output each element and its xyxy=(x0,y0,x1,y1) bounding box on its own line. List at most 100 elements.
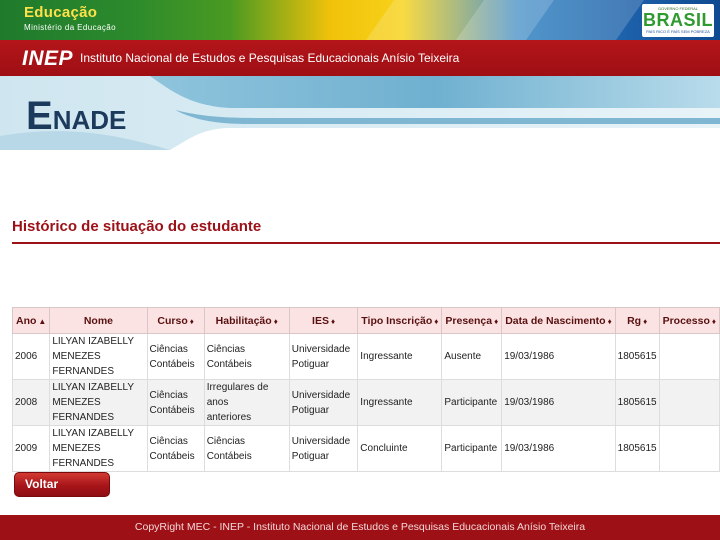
cell-presenca: Ausente xyxy=(441,333,503,380)
cell-ies: Universidade Potiguar xyxy=(288,425,359,472)
cell-text-line: LILYAN IZABELLY MENEZES xyxy=(52,336,134,362)
column-header-rg[interactable]: Rg ♦ xyxy=(614,307,660,334)
column-label: Data de Nascimento xyxy=(505,314,606,327)
column-label: IES xyxy=(312,314,329,327)
column-header-ies[interactable]: IES ♦ xyxy=(288,307,359,334)
cell-text-line: Irregulares de anos xyxy=(206,382,269,408)
brasil-logo-word: BRASIL xyxy=(643,10,713,30)
title-divider xyxy=(12,242,720,244)
cell-rg: 1805615 xyxy=(614,333,660,380)
cell-tipo-inscricao: Ingressante xyxy=(357,333,443,380)
column-header-habilitacao[interactable]: Habilitação ♦ xyxy=(203,307,290,334)
cell-text-line: Potiguar xyxy=(291,404,330,416)
cell-tipo-inscricao: Ingressante xyxy=(357,379,443,426)
cell-data-nascimento: 19/03/1986 xyxy=(501,379,616,426)
cell-nome: LILYAN IZABELLY MENEZES FERNANDES xyxy=(49,333,148,380)
cell-ies: Universidade Potiguar xyxy=(288,333,359,380)
cell-text-line: Contábeis xyxy=(149,358,195,370)
sort-icon: ♦ xyxy=(607,316,612,326)
column-label: Rg xyxy=(627,314,642,327)
sort-icon: ♦ xyxy=(711,316,716,326)
cell-text-line: Universidade xyxy=(291,389,351,401)
brasil-logo[interactable]: GOVERNO FEDERAL BRASIL PAÍS RICO É PAÍS … xyxy=(642,4,714,37)
table-header-row: Ano ▲ Nome Curso ♦ Habilitação ♦ IES ♦ Tipo … xyxy=(11,307,720,334)
column-label: Nome xyxy=(83,314,114,327)
column-header-presenca[interactable]: Presença ♦ xyxy=(441,307,503,334)
cell-text-line: FERNANDES xyxy=(52,458,115,469)
cell-text-line: Ciências Contábeis xyxy=(206,435,252,462)
cell-text-line: Universidade xyxy=(291,435,351,447)
inep-logo[interactable]: INEP xyxy=(22,47,73,71)
enade-banner: ENADE xyxy=(0,76,720,150)
student-history-table: Ano ▲ Nome Curso ♦ Habilitação ♦ IES ♦ Tipo … xyxy=(11,307,720,472)
cell-processo xyxy=(658,379,720,426)
cell-text-line: anteriores xyxy=(206,412,252,423)
cell-text-line: FERNANDES xyxy=(52,366,115,377)
cell-tipo-inscricao: Concluinte xyxy=(357,425,443,472)
column-label: Ano xyxy=(16,314,37,327)
government-header-bar: Educação Ministério da Educação GOVERNO … xyxy=(0,0,720,40)
cell-curso: Ciências Contábeis xyxy=(146,379,205,426)
cell-data-nascimento: 19/03/1986 xyxy=(501,333,616,380)
cell-curso: Ciências Contábeis xyxy=(146,425,205,472)
ministry-subtitle: Ministério da Educação xyxy=(24,23,116,32)
cell-data-nascimento: 19/03/1986 xyxy=(501,425,616,472)
footer-bar: CopyRight MEC - INEP - Instituto Naciona… xyxy=(0,515,720,540)
footer-copyright: CopyRight MEC - INEP - Instituto Naciona… xyxy=(134,521,586,533)
cell-text-line: Universidade xyxy=(291,343,351,355)
cell-processo xyxy=(658,333,720,380)
ministry-title: Educação xyxy=(24,4,98,21)
cell-ano: 2008 xyxy=(11,379,51,426)
page-frame: Educação Ministério da Educação GOVERNO … xyxy=(0,0,720,540)
column-label: Presença xyxy=(445,314,493,327)
page-title: Histórico de situação do estudante xyxy=(12,218,262,235)
table-row: 2009 LILYAN IZABELLY MENEZES FERNANDES Ci… xyxy=(11,425,720,472)
enade-logo: ENADE xyxy=(26,94,126,139)
cell-presenca: Participante xyxy=(441,379,503,426)
cell-curso: Ciências Contábeis xyxy=(146,333,205,380)
sort-icon: ♦ xyxy=(189,316,194,326)
cell-text-line: LILYAN IZABELLY MENEZES xyxy=(52,382,134,408)
column-header-curso[interactable]: Curso ♦ xyxy=(146,307,205,334)
cell-nome: LILYAN IZABELLY MENEZES FERNANDES xyxy=(49,425,148,472)
cell-text-line: FERNANDES xyxy=(52,412,115,423)
sort-icon: ♦ xyxy=(273,316,278,326)
cell-text-line: Potiguar xyxy=(291,358,330,370)
cell-text-line: Ciências xyxy=(149,343,188,355)
column-label: Tipo Inscrição xyxy=(361,314,433,327)
table-row: 2008 LILYAN IZABELLY MENEZES FERNANDES Ci… xyxy=(11,379,720,426)
enade-logo-rest: NADE xyxy=(52,105,127,135)
back-button[interactable]: Voltar xyxy=(14,472,110,497)
cell-habilitacao: Irregulares de anos anteriores xyxy=(203,379,290,426)
cell-text-line: Contábeis xyxy=(149,450,195,462)
table-row: 2006 LILYAN IZABELLY MENEZES FERNANDES Ci… xyxy=(11,333,720,380)
sort-asc-icon: ▲ xyxy=(38,316,47,326)
cell-text-line: Ciências Contábeis xyxy=(206,343,252,370)
column-label: Curso xyxy=(157,314,188,327)
sort-icon: ♦ xyxy=(643,316,648,326)
sort-icon: ♦ xyxy=(494,316,499,326)
column-label: Processo xyxy=(662,314,710,327)
cell-rg: 1805615 xyxy=(614,379,660,426)
column-header-processo[interactable]: Processo ♦ xyxy=(658,307,720,334)
sort-icon: ♦ xyxy=(434,316,439,326)
column-label: Habilitação xyxy=(215,314,272,327)
column-header-ano[interactable]: Ano ▲ xyxy=(11,307,51,334)
enade-logo-initial: E xyxy=(26,94,53,138)
inep-header-bar: INEP Instituto Nacional de Estudos e Pes… xyxy=(0,40,720,76)
cell-processo xyxy=(658,425,720,472)
cell-ano: 2006 xyxy=(11,333,51,380)
cell-ano: 2009 xyxy=(11,425,51,472)
cell-text-line: Contábeis xyxy=(149,404,195,416)
cell-rg: 1805615 xyxy=(614,425,660,472)
brasil-logo-motto: PAÍS RICO É PAÍS SEM POBREZA xyxy=(646,29,710,34)
column-header-data-nascimento[interactable]: Data de Nascimento ♦ xyxy=(501,307,616,334)
column-header-nome[interactable]: Nome xyxy=(49,307,148,334)
column-header-tipo-inscricao[interactable]: Tipo Inscrição ♦ xyxy=(357,307,443,334)
cell-habilitacao: Ciências Contábeis xyxy=(203,333,290,380)
cell-text-line: Ciências xyxy=(149,389,188,401)
cell-ies: Universidade Potiguar xyxy=(288,379,359,426)
cell-habilitacao: Ciências Contábeis xyxy=(203,425,290,472)
cell-text-line: Ciências xyxy=(149,435,188,447)
cell-text-line: LILYAN IZABELLY MENEZES xyxy=(52,428,134,454)
